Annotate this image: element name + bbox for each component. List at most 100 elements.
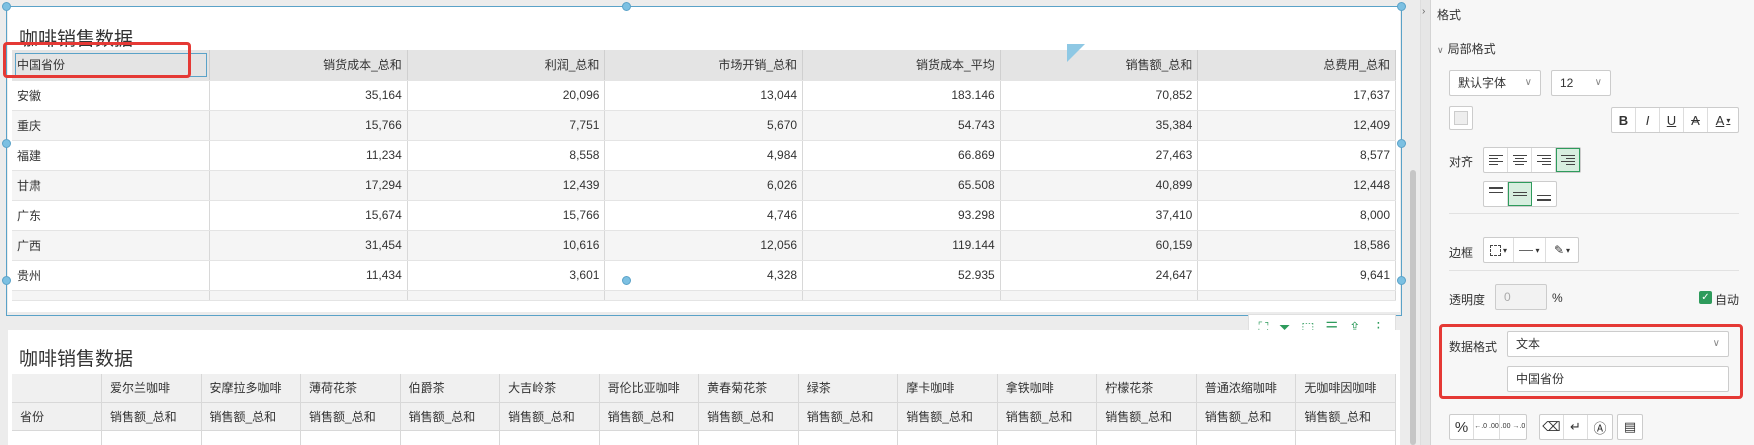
province-cell[interactable]: 重庆	[12, 110, 211, 141]
value-cell[interactable]: 65.508	[802, 170, 1001, 201]
value-cell[interactable]: 8,577	[1197, 140, 1396, 171]
column-header[interactable]: 总费用_总和	[1197, 50, 1396, 81]
crosstab-data-cell[interactable]	[1196, 430, 1297, 445]
column-header[interactable]: 市场开销_总和	[604, 50, 804, 81]
border-color-button[interactable]: ✎ ▾	[1546, 238, 1578, 262]
value-cell[interactable]: 15,766	[407, 200, 606, 231]
crosstab-data-cell[interactable]	[300, 430, 401, 445]
measure-header-cell[interactable]: 销售额_总和	[897, 402, 998, 431]
column-header[interactable]: 销货成本_平均	[802, 50, 1001, 81]
crosstab-data-cell[interactable]	[698, 430, 799, 445]
value-cell[interactable]: 12,056	[604, 230, 804, 261]
wrap-text-icon[interactable]: ↵	[1564, 415, 1588, 439]
value-cell[interactable]: 4,328	[604, 260, 804, 291]
province-cell[interactable]: 广西	[12, 230, 211, 261]
border-line-button[interactable]: ▾	[1514, 238, 1546, 262]
align-right-button[interactable]	[1532, 148, 1556, 172]
value-cell[interactable]: 35,164	[209, 80, 408, 111]
value-cell[interactable]: 24,647	[1000, 260, 1199, 291]
measure-header-cell[interactable]: 销售额_总和	[698, 402, 799, 431]
table-row[interactable]: 福建 11,234 8,558 4,984 66.869 27,463 8,577	[12, 140, 1396, 171]
product-header-cell[interactable]: 拿铁咖啡	[997, 374, 1098, 403]
table-row[interactable]: 贵州 11,434 3,601 4,328 52.935 24,647 9,641	[12, 260, 1396, 291]
product-header-cell[interactable]: 黄春菊花茶	[698, 374, 799, 403]
bold-button[interactable]: B	[1612, 108, 1636, 132]
product-header-cell[interactable]: 普通浓缩咖啡	[1196, 374, 1297, 403]
measure-header-cell[interactable]: 销售额_总和	[1096, 402, 1197, 431]
table-row[interactable]: 广西 31,454 10,616 12,056 119.144 60,159 18,586	[12, 230, 1396, 261]
product-header-cell[interactable]: 大吉岭茶	[499, 374, 600, 403]
auto-checkbox[interactable]: ✓	[1699, 291, 1712, 304]
value-cell[interactable]: 17,294	[209, 170, 408, 201]
coffee-crosstab[interactable]: 爱尔兰咖啡 安摩拉多咖啡 薄荷花茶 伯爵茶 大吉岭茶 哥伦比亚咖啡 黄春菊花茶 绿茶 摩卡咖啡拿…	[12, 374, 1396, 445]
product-header-cell[interactable]: 爱尔兰咖啡	[101, 374, 202, 403]
table-format-icon[interactable]: ▤	[1618, 415, 1642, 439]
product-header-cell[interactable]: 柠檬花茶	[1096, 374, 1197, 403]
align-center-button[interactable]	[1508, 148, 1532, 172]
province-cell[interactable]: 福建	[12, 140, 211, 171]
value-cell[interactable]: 12,448	[1197, 170, 1396, 201]
value-cell[interactable]: 15,674	[209, 200, 408, 231]
align-auto-button[interactable]	[1556, 148, 1580, 172]
value-cell[interactable]: 5,670	[604, 110, 804, 141]
coffee-sales-table-widget[interactable]: 咖啡销售数据 中国省份 销货成本_总和 利润_总和 市场开销_总和 销货成本_平…	[8, 6, 1400, 312]
resize-handle[interactable]	[2, 139, 11, 148]
align-top-button[interactable]	[1484, 182, 1508, 206]
table-row[interactable]: 甘肃 17,294 12,439 6,026 65.508 40,899 12,448	[12, 170, 1396, 201]
resize-handle[interactable]	[622, 2, 631, 11]
align-middle-button[interactable]	[1508, 182, 1532, 206]
product-header-cell[interactable]: 绿茶	[798, 374, 899, 403]
value-cell[interactable]: 7,751	[407, 110, 606, 141]
align-bottom-button[interactable]	[1532, 182, 1556, 206]
crosstab-data-cell[interactable]	[1295, 430, 1396, 445]
value-cell[interactable]: 3,601	[407, 260, 606, 291]
value-cell[interactable]: 93.298	[802, 200, 1001, 231]
crosstab-data-cell[interactable]	[997, 430, 1098, 445]
value-cell[interactable]: 6,026	[604, 170, 804, 201]
section-local-format[interactable]: ∨ 局部格式	[1437, 40, 1496, 57]
font-size-select[interactable]: 12 ∨	[1551, 70, 1611, 96]
value-cell[interactable]: 9,641	[1197, 260, 1396, 291]
value-cell[interactable]: 35,384	[1000, 110, 1199, 141]
crosstab-data-cell[interactable]	[12, 430, 102, 445]
value-cell[interactable]: 18,586	[1197, 230, 1396, 261]
measure-header-cell[interactable]: 销售额_总和	[499, 402, 600, 431]
value-cell[interactable]: 119.144	[802, 230, 1001, 261]
value-cell[interactable]: 52.935	[802, 260, 1001, 291]
province-cell[interactable]: 广东	[12, 200, 211, 231]
product-header-cell[interactable]: 薄荷花茶	[300, 374, 401, 403]
product-header-cell[interactable]: 安摩拉多咖啡	[201, 374, 302, 403]
value-cell[interactable]: 8,558	[407, 140, 606, 171]
measure-header-cell[interactable]: 销售额_总和	[300, 402, 401, 431]
value-cell[interactable]: 40,899	[1000, 170, 1199, 201]
resize-handle[interactable]	[1397, 2, 1406, 11]
value-cell[interactable]: 11,234	[209, 140, 408, 171]
resize-handle[interactable]	[2, 2, 11, 11]
row-header-cell[interactable]: 省份	[12, 402, 102, 431]
increase-decimal-button[interactable]: ←.0 .00	[1474, 415, 1500, 439]
table-row[interactable]: 重庆 15,766 7,751 5,670 54.743 35,384 12,409	[12, 110, 1396, 141]
strikethrough-button[interactable]: A	[1684, 108, 1708, 132]
value-cell[interactable]: 15,766	[209, 110, 408, 141]
underline-button[interactable]: U	[1660, 108, 1684, 132]
value-cell[interactable]: 20,096	[407, 80, 606, 111]
coffee-sales-table[interactable]: 中国省份 销货成本_总和 利润_总和 市场开销_总和 销货成本_平均 销售额_总…	[12, 50, 1396, 301]
value-cell[interactable]: 17,637	[1197, 80, 1396, 111]
column-header[interactable]: 利润_总和	[407, 50, 606, 81]
table-row[interactable]: 安徽 35,164 20,096 13,044 183.146 70,852 17,637	[12, 80, 1396, 111]
panel-collapse-strip[interactable]: ›	[1421, 0, 1431, 445]
measure-header-cell[interactable]: 销售额_总和	[201, 402, 302, 431]
province-cell[interactable]: 贵州	[12, 260, 211, 291]
measure-header-cell[interactable]: 销售额_总和	[997, 402, 1098, 431]
resize-handle[interactable]	[622, 276, 631, 285]
font-family-select[interactable]: 默认字体 ∨	[1449, 70, 1541, 96]
clear-format-icon[interactable]: ⌫	[1540, 415, 1564, 439]
product-header-cell[interactable]: 摩卡咖啡	[897, 374, 998, 403]
background-color-swatch[interactable]	[1449, 106, 1473, 130]
value-cell[interactable]: 70,852	[1000, 80, 1199, 111]
value-cell[interactable]: 13,044	[604, 80, 804, 111]
border-style-button[interactable]: ▾	[1484, 238, 1514, 262]
measure-header-cell[interactable]: 销售额_总和	[101, 402, 202, 431]
value-cell[interactable]: 37,410	[1000, 200, 1199, 231]
value-cell[interactable]: 10,616	[407, 230, 606, 261]
